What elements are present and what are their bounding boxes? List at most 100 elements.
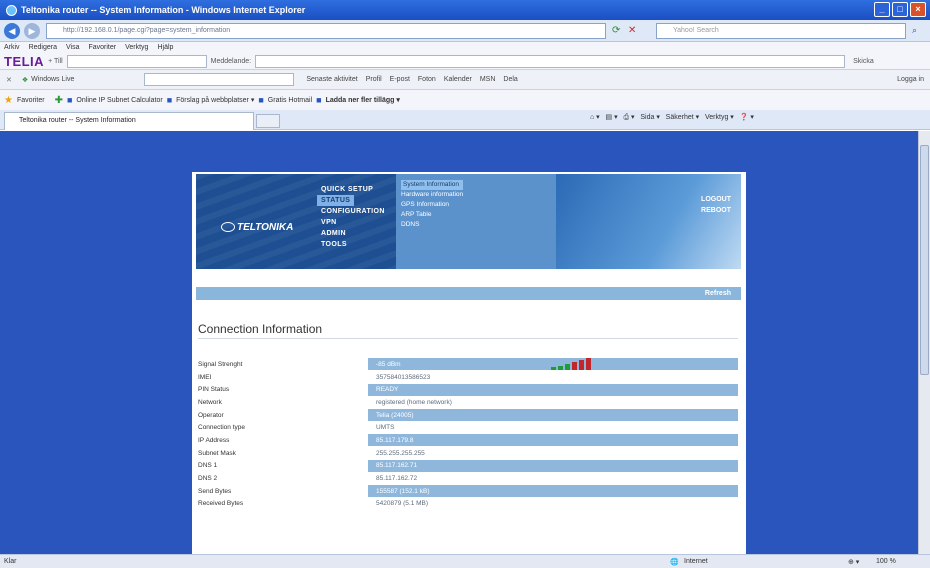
favorite-link-hotmail[interactable]: Gratis Hotmail	[268, 97, 312, 104]
new-tab-button[interactable]	[256, 114, 280, 128]
minimize-button[interactable]: _	[874, 2, 890, 17]
row-value-text: 85.117.162.71	[376, 462, 418, 470]
vertical-scrollbar[interactable]	[918, 131, 930, 554]
subnav-system-information[interactable]: System Information	[401, 180, 464, 190]
favorite-link-subnet[interactable]: Online IP Subnet Calculator	[76, 97, 162, 104]
subnav-hardware-information[interactable]: Hardware information	[401, 190, 463, 200]
tab-teltonika[interactable]: Teltonika router -- System Information	[4, 112, 254, 130]
row-value: 255.255.255.255	[368, 447, 738, 459]
nav-status[interactable]: STATUS	[317, 195, 355, 206]
connection-table: Signal Strenght -85 dBm IMEI 35758401358652…	[198, 357, 738, 510]
live-link-photos[interactable]: Foton	[418, 76, 436, 83]
row-label: PIN Status	[198, 386, 230, 394]
table-row: DNS 1 85.117.162.71	[198, 459, 738, 473]
nav-vpn[interactable]: VPN	[321, 217, 385, 228]
row-value-text: UMTS	[376, 424, 395, 432]
live-link-msn[interactable]: MSN	[480, 76, 496, 83]
row-label: Network	[198, 398, 222, 406]
row-value: Telia (24005)	[368, 409, 738, 422]
tab-row: Teltonika router -- System Information	[0, 110, 930, 130]
live-search-field[interactable]	[144, 73, 295, 86]
menu-view[interactable]: Visa	[66, 44, 80, 51]
reboot-link[interactable]: REBOOT	[701, 205, 731, 216]
address-bar[interactable]: http://192.168.0.1/page.cgi?page=system_…	[46, 23, 606, 39]
live-close-icon[interactable]: ✕	[6, 76, 12, 84]
menu-edit[interactable]: Redigera	[29, 44, 57, 51]
signal-strength-icon	[550, 357, 591, 370]
refresh-icon[interactable]: ⟳	[612, 25, 620, 36]
row-label: DNS 1	[198, 462, 218, 470]
tools-menu[interactable]: Verktyg ▾	[705, 114, 734, 121]
row-value: 85.117.162.71	[368, 459, 738, 472]
add-favorite-icon[interactable]: ✚	[55, 95, 63, 106]
address-row: ◀ ▶ http://192.168.0.1/page.cgi?page=sys…	[0, 20, 930, 42]
globe-icon: 🌐	[670, 558, 679, 566]
telia-toolbar: TELIA + Till Meddelande: Skicka	[0, 53, 930, 70]
favorite-link-addons[interactable]: Ladda ner fler tillägg ▾	[326, 96, 400, 104]
back-button[interactable]: ◀	[4, 22, 20, 39]
home-icon[interactable]: ⌂ ▾	[590, 114, 600, 121]
menu-tools[interactable]: Verktyg	[125, 44, 148, 51]
table-row: Connection type UMTS	[198, 421, 738, 434]
telia-to-label[interactable]: + Till	[48, 58, 63, 65]
telia-message-field[interactable]	[255, 54, 846, 68]
row-label: Connection type	[198, 424, 245, 432]
logout-link[interactable]: LOGOUT	[701, 194, 731, 205]
nav-configuration[interactable]: CONFIGURATION	[321, 206, 385, 217]
refresh-link[interactable]: Refresh	[705, 290, 731, 297]
search-box[interactable]: Yahoo! Search	[656, 23, 906, 39]
live-link-calendar[interactable]: Kalender	[444, 76, 472, 83]
nav-tools[interactable]: TOOLS	[321, 239, 385, 250]
search-icon[interactable]: ⌕	[912, 25, 917, 36]
nav-admin[interactable]: ADMIN	[321, 228, 385, 239]
row-value-text: registered (home network)	[376, 398, 452, 406]
live-link-mail[interactable]: E-post	[390, 76, 410, 83]
live-link-share[interactable]: Dela	[503, 76, 517, 83]
table-row: DNS 2 85.117.162.72	[198, 472, 738, 485]
menu-favorites[interactable]: Favoriter	[88, 44, 116, 51]
row-value-text: 357584013586523	[376, 373, 431, 381]
table-row: Network registered (home network)	[198, 396, 738, 409]
row-label: IP Address	[198, 436, 230, 444]
nav-quick-setup[interactable]: QUICK SETUP	[321, 184, 385, 195]
feeds-icon[interactable]: ▤ ▾	[606, 114, 618, 121]
print-icon[interactable]: ⎙ ▾	[623, 114, 634, 121]
favorites-star-icon[interactable]: ★	[4, 95, 13, 106]
favorite-page-icon: ■	[316, 95, 322, 105]
router-page: TELTONIKA QUICK SETUP STATUS CONFIGURATI…	[192, 172, 746, 554]
row-value: -85 dBm	[368, 357, 738, 371]
live-login-link[interactable]: Logga in	[897, 76, 924, 83]
subnav-ddns[interactable]: DDNS	[401, 220, 463, 230]
telia-send-button[interactable]: Skicka	[853, 58, 874, 65]
subnav-gps-information[interactable]: GPS Information	[401, 200, 463, 210]
close-button[interactable]: ×	[910, 2, 926, 17]
page-menu[interactable]: Sida ▾	[640, 114, 659, 121]
safety-menu[interactable]: Säkerhet ▾	[666, 114, 699, 121]
protected-mode-icon[interactable]: ⊕ ▾	[848, 558, 859, 566]
zoom-level[interactable]: 100 %	[876, 558, 896, 565]
table-row: Operator Telia (24005)	[198, 409, 738, 422]
scrollbar-thumb[interactable]	[920, 145, 929, 375]
row-label: DNS 2	[198, 475, 218, 483]
live-link-profile[interactable]: Profil	[366, 76, 382, 83]
sub-nav: System Information Hardware information …	[401, 180, 464, 230]
telia-to-field[interactable]	[66, 54, 207, 68]
forward-button[interactable]: ▶	[24, 22, 40, 39]
teltonika-logo: TELTONIKA	[221, 222, 293, 233]
menu-help[interactable]: Hjälp	[157, 44, 173, 51]
tab-label: Teltonika router -- System Information	[19, 117, 136, 124]
hotmail-icon: ■	[258, 95, 264, 105]
favorite-link-suggested[interactable]: Förslag på webbplatser ▾	[176, 96, 254, 104]
stop-icon[interactable]: ✕	[628, 25, 636, 36]
menu-bar: Arkiv Redigera Visa Favoriter Verktyg Hj…	[0, 42, 930, 53]
maximize-button[interactable]: □	[892, 2, 908, 17]
help-icon[interactable]: ❓ ▾	[740, 114, 754, 121]
live-link-activity[interactable]: Senaste aktivitet	[306, 76, 357, 83]
main-nav: QUICK SETUP STATUS CONFIGURATION VPN ADM…	[317, 184, 385, 250]
row-value: UMTS	[368, 422, 738, 434]
favorite-page-icon: ■	[166, 95, 173, 105]
favorites-label[interactable]: Favoriter	[17, 97, 45, 104]
menu-file[interactable]: Arkiv	[4, 44, 20, 51]
subnav-arp-table[interactable]: ARP Table	[401, 210, 463, 220]
header-photo	[556, 174, 741, 269]
